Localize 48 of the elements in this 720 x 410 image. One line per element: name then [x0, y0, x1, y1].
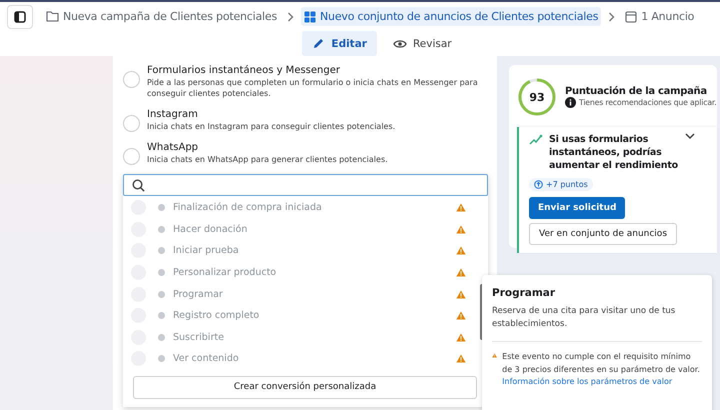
breadcrumb[interactable]: Nuevo conjunto de anuncios de Clientes potenciales — [301, 7, 602, 26]
sidebar-toggle-button[interactable] — [7, 4, 33, 28]
status-dot — [158, 334, 165, 341]
send-request-button[interactable]: Enviar solicitud — [529, 197, 626, 219]
option-title: WhatsApp — [147, 141, 200, 154]
chevron-right-icon — [608, 12, 616, 22]
option-description: Inicia chats en Instagram para conseguir clientes potenciales. — [147, 121, 396, 132]
option-title: Formularios instantáneos y Messenger — [147, 64, 341, 77]
status-dot — [158, 247, 165, 254]
score-gauge: 93 — [517, 77, 557, 117]
points-badge: +7 puntos — [529, 178, 593, 191]
score-title: Puntuación de la campaña — [565, 86, 707, 97]
status-dot — [158, 226, 165, 233]
search-field[interactable] — [123, 174, 488, 196]
info-icon — [565, 97, 576, 108]
mode-tab[interactable]: Editar — [302, 31, 377, 56]
tooltip-description: Reserva de una cita para visitar uno de tus establecimientos. — [492, 305, 676, 331]
status-dot — [158, 355, 165, 362]
grid-icon — [304, 10, 316, 22]
chevron-right-icon — [287, 12, 294, 22]
create-conversion-button[interactable]: Crear conversión personalizada — [133, 376, 477, 399]
recommendation-title: Si usas formularios instantáneos, podrías aumentar el rendimiento — [549, 133, 679, 172]
view-adset-button[interactable]: Ver en conjunto de anuncios — [529, 223, 678, 245]
trend-icon — [529, 133, 543, 145]
value-parameters-link[interactable]: Información sobre los parámetros de valor — [502, 376, 702, 388]
status-dot — [158, 204, 165, 212]
radio-button[interactable] — [123, 115, 140, 132]
status-dot — [158, 290, 165, 298]
status-dot — [158, 269, 165, 276]
tooltip-title: Programar — [492, 287, 556, 299]
radio-button[interactable] — [123, 71, 140, 88]
warning-icon — [492, 351, 498, 360]
eye-icon — [392, 38, 407, 48]
breadcrumb[interactable]: 1 Anuncio — [622, 7, 698, 26]
status-dot — [158, 312, 165, 320]
mode-tab[interactable]: Revisar — [382, 31, 462, 56]
breadcrumb[interactable]: Nueva campaña de Clientes potenciales — [43, 7, 280, 26]
search-icon — [132, 178, 145, 192]
sidebar-icon — [14, 10, 26, 22]
radio-button[interactable] — [123, 148, 140, 165]
option-description: Pide a las personas que completen un formulario o inicia chats en Messenger para conseguir clientes potenciales. — [147, 77, 479, 99]
warning-message: Este evento no cumple con el requisito mínimo de 3 precios diferentes en su parámetro de valor. — [502, 351, 701, 376]
window-icon — [625, 10, 638, 22]
option-description: Inicia chats en WhatsApp para generar clientes potenciales. — [147, 154, 388, 165]
option-title: Instagram — [147, 108, 199, 121]
pencil-icon — [312, 37, 326, 50]
folder-icon — [46, 11, 59, 22]
chevron-down-icon[interactable] — [685, 133, 695, 140]
